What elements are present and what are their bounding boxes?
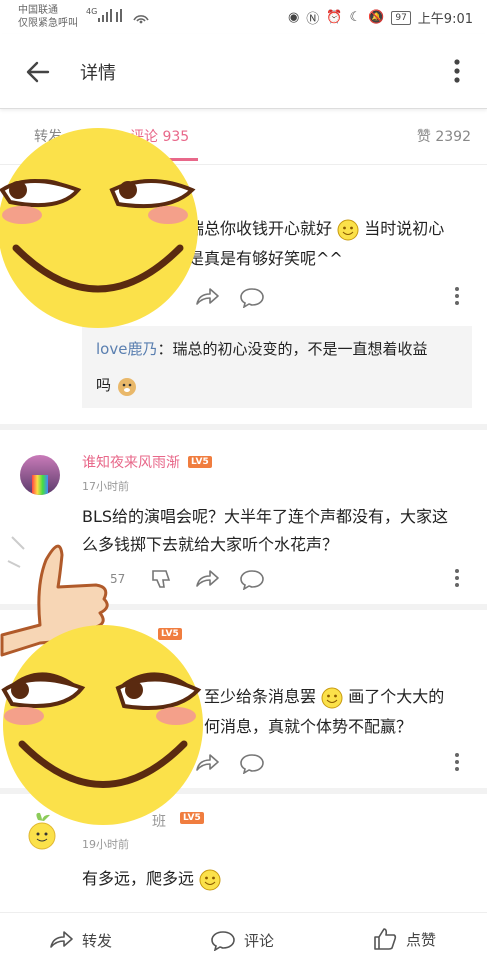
more-options-icon[interactable] <box>447 56 467 86</box>
dislike-icon[interactable] <box>148 568 174 590</box>
reply-line2: 吗 <box>96 370 138 400</box>
comment-more-icon[interactable] <box>450 568 464 588</box>
moon-icon: ☾ <box>349 10 362 25</box>
comment-icon[interactable] <box>239 568 265 590</box>
comment-username[interactable]: 谁知夜来风雨渐 <box>82 452 180 472</box>
bottom-repost-button[interactable]: 转发 <box>48 929 112 951</box>
comment-divider <box>0 424 487 430</box>
grin-emoji-icon <box>321 687 343 708</box>
back-arrow-icon[interactable] <box>22 56 54 88</box>
carrier-status: 仅限紧急呼叫 <box>18 18 78 29</box>
bottom-repost-label: 转发 <box>82 931 113 950</box>
bottom-comment-label: 评论 <box>244 931 275 950</box>
battery-level: 97 <box>391 10 411 25</box>
carrier-info: 中国联通 仅限紧急呼叫 <box>18 4 78 30</box>
comment-text-line1: BLS给的演唱会呢？大半年了连个声都没有，大家这 <box>82 507 449 526</box>
doge-emoji-icon <box>117 377 136 396</box>
bottom-like-button[interactable]: 点赞 <box>372 927 436 951</box>
bottom-like-label: 点赞 <box>406 930 437 949</box>
comment-icon[interactable] <box>239 286 265 308</box>
grin-emoji-icon <box>337 219 359 240</box>
app-bar: 详情 <box>0 34 487 109</box>
comment-text: 有多远，爬多远 <box>82 864 221 894</box>
smirk-sticker-top <box>0 128 198 328</box>
level-badge: LV5 <box>188 456 212 468</box>
comment-text-line2: 是真是有够好笑呢^^ <box>188 249 343 268</box>
status-bar: 中国联通 仅限紧急呼叫 4G ◉ Ⓝ ⏰ ☾ 🔕 97 上午9:01 <box>0 0 487 34</box>
avatar[interactable] <box>20 455 60 495</box>
bottom-comment-button[interactable]: 评论 <box>210 929 274 951</box>
nfc-icon: Ⓝ <box>306 12 320 27</box>
tab-like[interactable]: 赞 2392 <box>417 126 471 146</box>
reply-line1: love鹿乃：瑞总的初心没变的，不是一直想着收益 <box>96 334 427 364</box>
comment-icon[interactable] <box>239 752 265 774</box>
comment-icon <box>211 931 235 951</box>
eye-icon: ◉ <box>287 10 300 25</box>
comment-more-icon[interactable] <box>450 286 464 306</box>
repost-icon <box>50 931 73 948</box>
mute-icon: 🔕 <box>368 10 385 25</box>
comment-header: 谁知夜来风雨渐 LV5 <box>82 452 212 472</box>
signal-wifi-icon <box>98 9 149 24</box>
repost-icon[interactable] <box>194 568 220 590</box>
network-type: 4G <box>86 7 98 16</box>
reply-text: ：瑞总的初心没变的，不是一直想着收益 <box>157 340 428 358</box>
clock: 上午9:01 <box>417 12 473 27</box>
bottom-action-bar: 转发 评论 点赞 <box>0 912 487 975</box>
reply-username[interactable]: love鹿乃 <box>96 340 157 358</box>
status-icons: ◉ Ⓝ ⏰ ☾ 🔕 97 上午9:01 <box>288 8 473 27</box>
page-title: 详情 <box>80 63 116 84</box>
carrier-name: 中国联通 <box>18 5 58 16</box>
comment-text-line1: 至少给条消息罢 画了个大大的 <box>204 682 444 712</box>
grin-emoji-icon <box>199 869 221 890</box>
thumbs-up-icon <box>374 928 397 950</box>
comment-text: 瑞总你收钱开心就好 当时说初心 <box>188 214 444 244</box>
comment-text-line2: 么多钱掷下去就给大家听个水花声？ <box>82 535 339 554</box>
comment-text-line2: 何消息，真就个体势不配赢？ <box>204 717 413 736</box>
comment-time: 19小时前 <box>82 838 129 851</box>
comment-more-icon[interactable] <box>450 752 464 772</box>
comment-time: 17小时前 <box>82 480 129 493</box>
alarm-icon: ⏰ <box>326 10 343 25</box>
smirk-sticker-bottom <box>1 625 203 825</box>
